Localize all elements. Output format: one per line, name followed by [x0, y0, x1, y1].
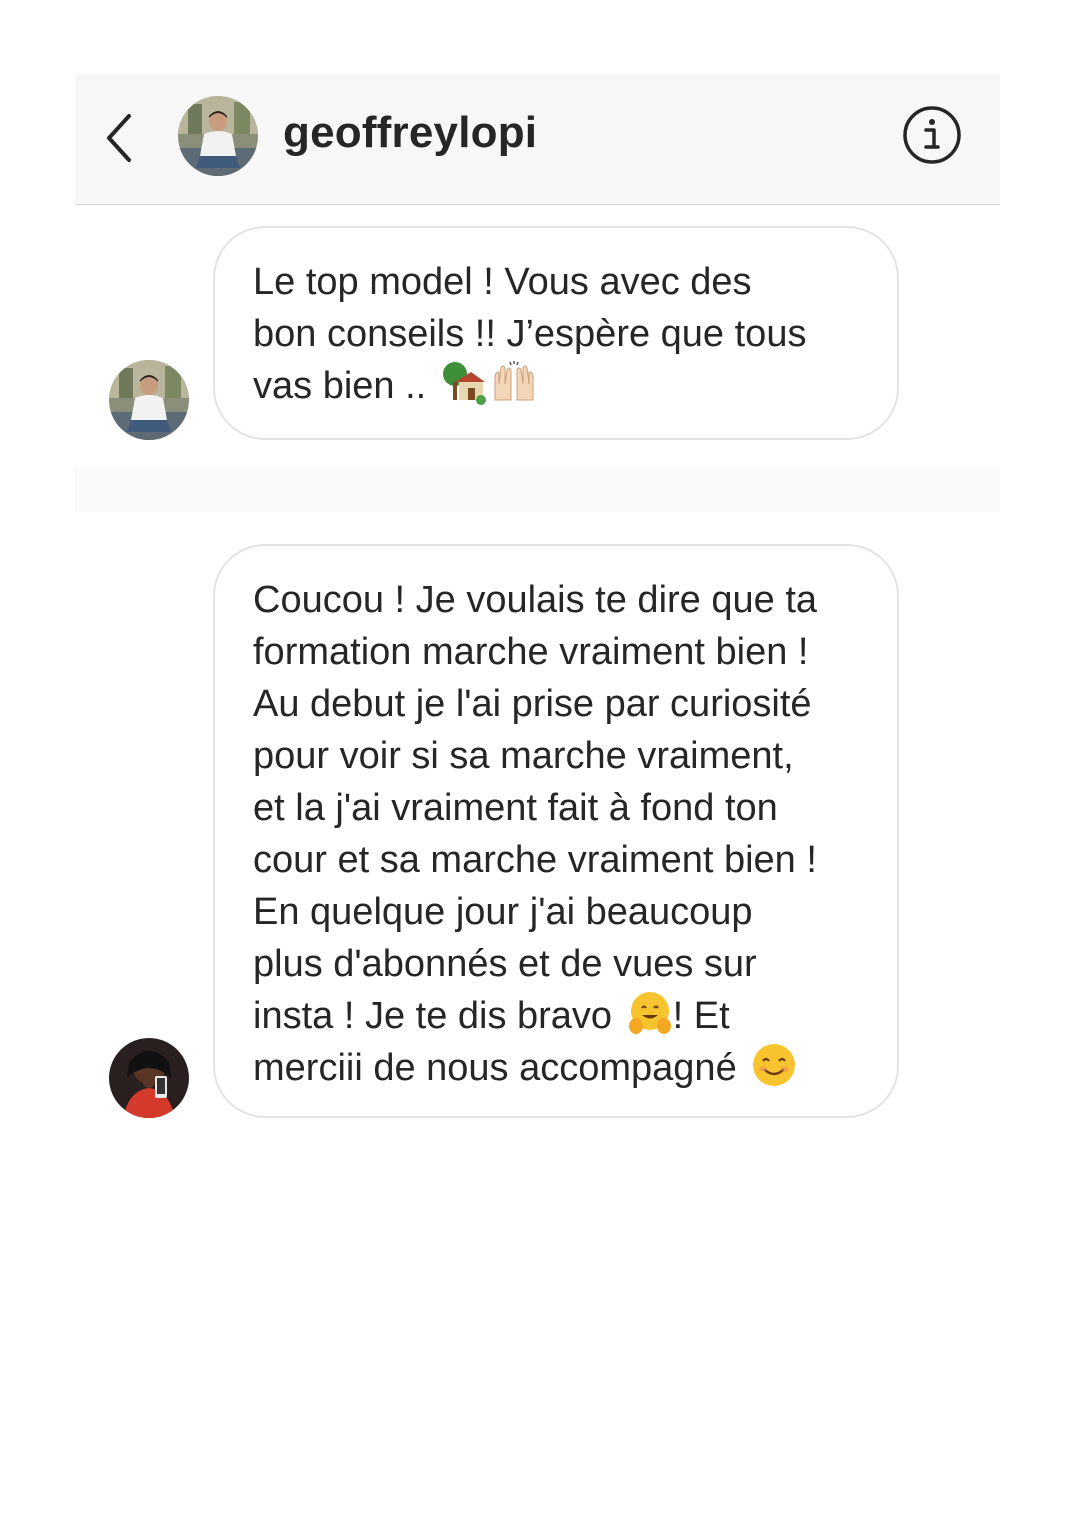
message-line: cour et sa marche vraiment bien !: [253, 839, 817, 881]
message-line: En quelque jour j'ai beaucoup: [253, 891, 753, 933]
avatar[interactable]: [178, 96, 258, 176]
message-line: formation marche vraiment bien !: [253, 631, 809, 673]
message-line: Au debut je l'ai prise par curiosité: [253, 683, 812, 725]
message-line: pour voir si sa marche vraiment,: [253, 735, 794, 777]
info-circle-icon[interactable]: [901, 104, 963, 166]
message-text: merciii de nous accompagné: [253, 1047, 737, 1089]
message-text: insta ! Je te dis bravo: [253, 995, 613, 1037]
avatar[interactable]: [109, 1038, 189, 1118]
smiling-face-icon: [753, 1044, 796, 1086]
message-line: insta ! Je te dis bravo ! Et: [253, 990, 861, 1042]
message-text: vas bien ..: [253, 365, 427, 407]
message-separator: [75, 468, 1000, 512]
message-bubble[interactable]: Le top model ! Vous avec des bon conseil…: [213, 226, 899, 440]
message-line: et la j'ai vraiment fait à fond ton: [253, 787, 778, 829]
house-with-garden-icon: [442, 362, 486, 405]
message-line: bon conseils !! J’espère que tous: [253, 313, 807, 355]
message-text: ! Et: [672, 995, 730, 1037]
message-bubble[interactable]: Coucou ! Je voulais te dire que ta forma…: [213, 544, 899, 1118]
chat-header: geoffreylopi: [75, 74, 1000, 205]
message-line: Coucou ! Je voulais te dire que ta: [253, 579, 818, 621]
message-line: merciii de nous accompagné: [253, 1042, 861, 1094]
chevron-left-icon[interactable]: [101, 110, 141, 166]
message-line: plus d'abonnés et de vues sur: [253, 943, 757, 985]
raising-hands-icon: [494, 361, 534, 401]
message-line: Le top model ! Vous avec des: [253, 261, 752, 303]
chat-username[interactable]: geoffreylopi: [283, 108, 537, 158]
hugging-face-icon: [628, 992, 671, 1034]
avatar[interactable]: [109, 360, 189, 440]
message-line: vas bien ..: [253, 360, 861, 412]
